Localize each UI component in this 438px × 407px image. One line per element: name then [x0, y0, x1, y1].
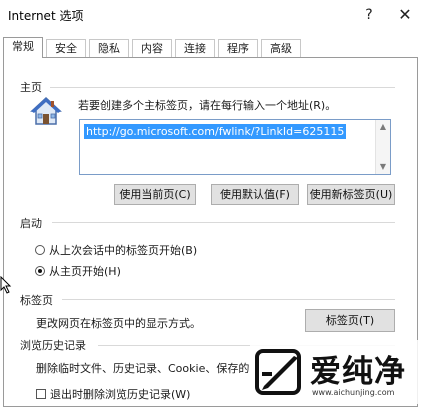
watermark-name: 爱纯净	[310, 354, 406, 390]
mouse-cursor-icon	[0, 276, 12, 294]
tab-programs[interactable]: 程序	[218, 39, 258, 57]
window-title: Internet 选项	[8, 9, 84, 23]
tabs-settings-button[interactable]: 标签页(T)	[305, 309, 395, 332]
startup-homepage-label[interactable]: 从主页开始(H)	[49, 263, 121, 279]
tabs-group-divider	[62, 299, 395, 300]
scroll-up-icon[interactable]: ▲	[378, 122, 388, 132]
watermark-url: www.aichunjing.com	[312, 388, 395, 397]
delete-history-on-exit-checkbox[interactable]	[36, 389, 46, 399]
tab-content[interactable]: 内容	[132, 39, 172, 57]
history-group-label: 浏览历史记录	[20, 337, 90, 353]
startup-group-divider	[52, 222, 395, 223]
watermark: 爱纯净 www.aichunjing.com	[250, 340, 435, 404]
tab-advanced[interactable]: 高级	[261, 39, 301, 57]
tab-general[interactable]: 常规	[3, 37, 43, 58]
use-default-button[interactable]: 使用默认值(F)	[211, 184, 299, 205]
startup-homepage-radio[interactable]	[35, 266, 45, 276]
startup-last-session-label[interactable]: 从上次会话中的标签页开始(B)	[49, 242, 197, 258]
tab-privacy[interactable]: 隐私	[89, 39, 129, 57]
home-icon	[30, 96, 62, 125]
use-current-page-button[interactable]: 使用当前页(C)	[114, 184, 196, 205]
use-new-tab-button[interactable]: 使用新标签页(U)	[307, 184, 395, 205]
homepage-group-divider	[50, 87, 395, 88]
startup-group-label: 启动	[20, 215, 46, 231]
close-button[interactable]: ✕	[392, 3, 418, 27]
url-scrollbar[interactable]: ▲ ▼	[375, 120, 390, 174]
homepage-hint: 若要创建多个主标签页，请在每行输入一个地址(R)。	[78, 99, 337, 112]
homepage-group-label: 主页	[20, 79, 46, 95]
scroll-down-icon[interactable]: ▼	[378, 162, 388, 172]
title-bar: Internet 选项 ? ✕	[0, 0, 438, 30]
tab-security[interactable]: 安全	[46, 39, 86, 57]
history-description: 删除临时文件、历史记录、Cookie、保存的	[36, 362, 250, 375]
delete-history-on-exit-label[interactable]: 退出时删除浏览历史记录(W)	[50, 386, 190, 402]
homepage-url-textarea[interactable]: http://go.microsoft.com/fwlink/?LinkId=6…	[79, 119, 391, 175]
startup-last-session-radio[interactable]	[35, 245, 45, 255]
tabs-description: 更改网页在标签页中的显示方式。	[36, 317, 201, 330]
tab-connections[interactable]: 连接	[175, 39, 215, 57]
help-button[interactable]: ?	[356, 3, 382, 27]
tabs-group-label: 标签页	[20, 292, 57, 308]
homepage-url-text: http://go.microsoft.com/fwlink/?LinkId=6…	[84, 124, 347, 139]
watermark-logo-icon	[255, 349, 301, 395]
